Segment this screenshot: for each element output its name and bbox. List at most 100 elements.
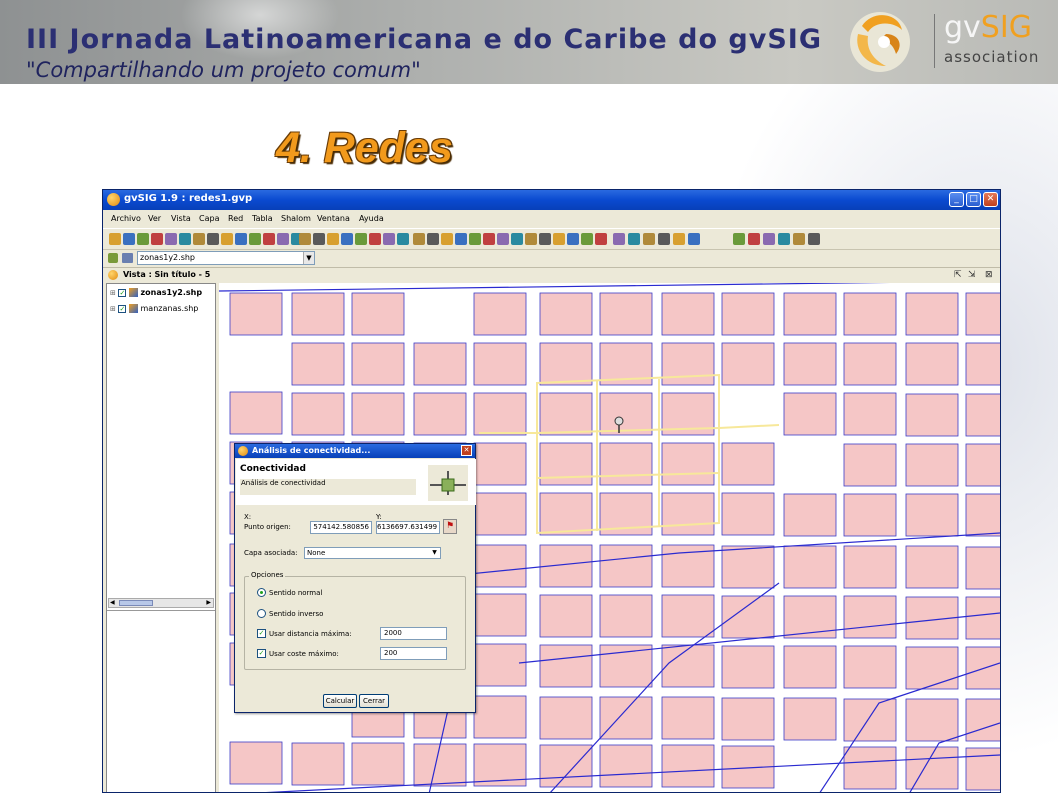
- toolbar-tool-icon[interactable]: [313, 233, 325, 245]
- toolbar-tool-icon[interactable]: [221, 233, 233, 245]
- city-block: [473, 492, 527, 536]
- menu-red[interactable]: Red: [228, 214, 243, 223]
- expand-icon[interactable]: ⊞: [110, 289, 116, 297]
- layer-table-icon[interactable]: [122, 253, 133, 263]
- city-block: [539, 342, 593, 386]
- toolbar-tool-icon[interactable]: [581, 233, 593, 245]
- toolbar-tool-icon[interactable]: [595, 233, 607, 245]
- minimize-button[interactable]: _: [949, 192, 964, 207]
- close-dialog-button[interactable]: Cerrar: [359, 694, 389, 708]
- toolbar-tool-icon[interactable]: [179, 233, 191, 245]
- menu-ayuda[interactable]: Ayuda: [359, 214, 384, 223]
- toolbar-tool-icon[interactable]: [151, 233, 163, 245]
- layer-combo[interactable]: zonas1y2.shp: [137, 251, 315, 265]
- menu-archivo[interactable]: Archivo: [111, 214, 141, 223]
- menu-vista[interactable]: Vista: [171, 214, 191, 223]
- city-block: [351, 342, 405, 386]
- toc-layer-manzanas[interactable]: ⊞ ✓ manzanas.shp: [110, 304, 198, 313]
- max-cost-checkbox[interactable]: ✓: [257, 649, 266, 658]
- toolbar-tool-icon[interactable]: [525, 233, 537, 245]
- toolbar-tool-icon[interactable]: [327, 233, 339, 245]
- toolbar-tool-icon[interactable]: [658, 233, 670, 245]
- toolbar-tool-icon[interactable]: [137, 233, 149, 245]
- toolbar-tool-icon[interactable]: [748, 233, 760, 245]
- toolbar-tool-icon[interactable]: [567, 233, 579, 245]
- toolbar-tool-icon[interactable]: [299, 233, 311, 245]
- toolbar-tool-icon[interactable]: [397, 233, 409, 245]
- layer-visibility-checkbox[interactable]: ✓: [118, 304, 127, 313]
- view-icon: [108, 270, 118, 280]
- max-distance-input[interactable]: 2000: [380, 627, 447, 640]
- maximize-button[interactable]: □: [966, 192, 981, 207]
- toolbar-tool-icon[interactable]: [793, 233, 805, 245]
- chevron-down-icon[interactable]: ▼: [303, 252, 314, 264]
- chevron-down-icon[interactable]: ▼: [430, 548, 439, 558]
- toolbar-tool-icon[interactable]: [427, 233, 439, 245]
- menu-ver[interactable]: Ver: [148, 214, 161, 223]
- origin-y-input[interactable]: 6136697.631499: [376, 521, 440, 534]
- menu-ventana[interactable]: Ventana: [317, 214, 350, 223]
- toolbar-tool-icon[interactable]: [497, 233, 509, 245]
- toolbar-tool-icon[interactable]: [613, 233, 625, 245]
- toolbar-tool-icon[interactable]: [733, 233, 745, 245]
- view-maximize-icon[interactable]: ⇲: [968, 270, 976, 280]
- scrollbar-thumb[interactable]: [119, 600, 153, 606]
- scroll-right-icon[interactable]: ▶: [206, 599, 211, 606]
- toolbar-tool-icon[interactable]: [263, 233, 275, 245]
- toolbar-tool-icon[interactable]: [123, 233, 135, 245]
- direction-normal-radio[interactable]: [257, 588, 266, 597]
- toolbar-tool-icon[interactable]: [277, 233, 289, 245]
- view-close-icon[interactable]: ⊠: [985, 270, 993, 280]
- toolbar-tool-icon[interactable]: [207, 233, 219, 245]
- toolbar-tool-icon[interactable]: [553, 233, 565, 245]
- origin-x-input[interactable]: 574142.580856: [310, 521, 372, 534]
- toolbar-tool-icon[interactable]: [193, 233, 205, 245]
- toolbar-tool-icon[interactable]: [511, 233, 523, 245]
- layer-select[interactable]: None ▼: [304, 547, 441, 559]
- dialog-close-icon[interactable]: ✕: [461, 445, 472, 456]
- toolbar-tool-icon[interactable]: [763, 233, 775, 245]
- toolbar-tool-icon[interactable]: [778, 233, 790, 245]
- toolbar-tool-icon[interactable]: [235, 233, 247, 245]
- city-block: [783, 645, 837, 689]
- toolbar-tool-icon[interactable]: [383, 233, 395, 245]
- max-distance-checkbox[interactable]: ✓: [257, 629, 266, 638]
- slide-banner: III Jornada Latinoamericana e do Caribe …: [0, 0, 1058, 84]
- edit-layer-icon[interactable]: [108, 253, 118, 263]
- menu-shalom[interactable]: Shalom: [281, 214, 311, 223]
- city-block: [539, 696, 593, 740]
- toolbar-tool-icon[interactable]: [673, 233, 685, 245]
- toolbar-tool-icon[interactable]: [688, 233, 700, 245]
- close-button[interactable]: ✕: [983, 192, 998, 207]
- direction-inverse-radio[interactable]: [257, 609, 266, 618]
- view-restore-icon[interactable]: ⇱: [954, 270, 962, 280]
- toolbar-tool-icon[interactable]: [441, 233, 453, 245]
- window-titlebar[interactable]: gvSIG 1.9 : redes1.gvp _ □ ✕: [103, 190, 1000, 210]
- toolbar-tool-icon[interactable]: [539, 233, 551, 245]
- toolbar-tool-icon[interactable]: [341, 233, 353, 245]
- toolbar-tool-icon[interactable]: [483, 233, 495, 245]
- toc-horizontal-scrollbar[interactable]: ◀ ▶: [108, 598, 214, 608]
- layer-visibility-checkbox[interactable]: ✓: [118, 288, 127, 297]
- toolbar-tool-icon[interactable]: [369, 233, 381, 245]
- menu-tabla[interactable]: Tabla: [252, 214, 273, 223]
- toolbar-tool-icon[interactable]: [643, 233, 655, 245]
- toolbar-tool-icon[interactable]: [469, 233, 481, 245]
- toolbar-tool-icon[interactable]: [808, 233, 820, 245]
- dialog-titlebar[interactable]: Análisis de conectividad... ✕: [235, 444, 475, 458]
- expand-icon[interactable]: ⊞: [110, 305, 116, 313]
- toolbar-tool-icon[interactable]: [165, 233, 177, 245]
- toc-layer-zonas[interactable]: ⊞ ✓ zonas1y2.shp: [110, 288, 202, 297]
- calculate-button[interactable]: Calcular: [323, 694, 357, 708]
- scroll-left-icon[interactable]: ◀: [110, 599, 115, 606]
- toolbar-tool-icon[interactable]: [413, 233, 425, 245]
- toolbar-tool-icon[interactable]: [355, 233, 367, 245]
- toolbar-tool-icon[interactable]: [455, 233, 467, 245]
- toolbar-tool-icon[interactable]: [109, 233, 121, 245]
- pick-point-flag-icon[interactable]: ⚑: [443, 519, 457, 534]
- toolbar-tool-icon[interactable]: [628, 233, 640, 245]
- toolbar-tool-icon[interactable]: [249, 233, 261, 245]
- menu-capa[interactable]: Capa: [199, 214, 219, 223]
- city-block: [291, 392, 345, 436]
- max-cost-input[interactable]: 200: [380, 647, 447, 660]
